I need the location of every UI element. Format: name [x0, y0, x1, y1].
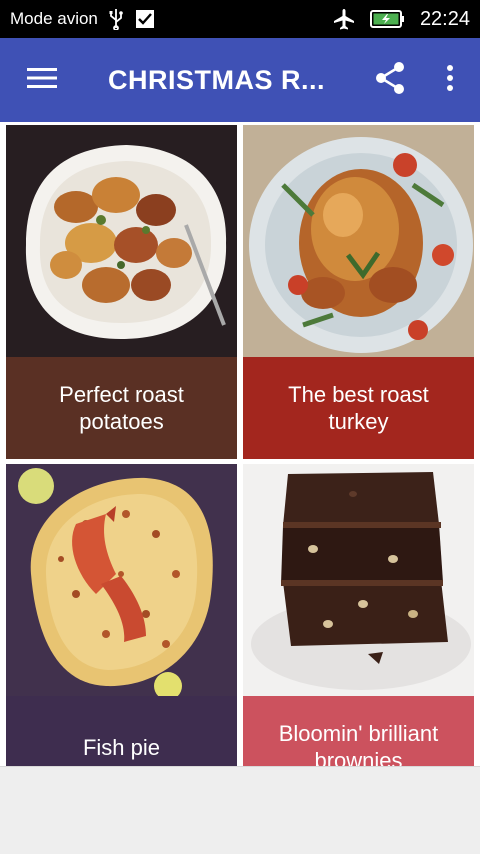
carrier-label: Mode avion [10, 9, 98, 28]
recipe-title: Perfect roast potatoes [6, 357, 237, 459]
more-vert-icon [446, 64, 454, 97]
more-options-button[interactable] [420, 38, 480, 122]
recipe-title: Bloomin' brilliant brownies [243, 696, 474, 766]
recipe-title: Fish pie [6, 696, 237, 766]
menu-button[interactable] [0, 38, 84, 122]
bottom-empty-area [0, 766, 480, 854]
notification-check-icon [134, 8, 156, 30]
recipe-card-fish-pie[interactable]: Fish pie [6, 464, 237, 766]
roast-potatoes-photo [6, 125, 237, 357]
usb-icon [108, 8, 124, 30]
recipe-card-roast-turkey[interactable]: The best roast turkey [243, 125, 474, 459]
status-bar: Mode avion 22:24 [0, 0, 480, 38]
brownies-photo [243, 464, 474, 696]
share-icon [375, 61, 405, 99]
recipe-grid: Perfect roast potatoes The best roast tu… [0, 122, 480, 766]
app-bar: CHRISTMAS R... [0, 38, 480, 122]
page-title: CHRISTMAS R... [108, 64, 326, 95]
recipe-card-roast-potatoes[interactable]: Perfect roast potatoes [6, 125, 237, 459]
battery-charging-icon [369, 9, 406, 29]
menu-icon [27, 67, 57, 94]
roast-turkey-photo [243, 125, 474, 357]
share-button[interactable] [360, 38, 420, 122]
fish-pie-photo [6, 464, 237, 696]
clock: 22:24 [419, 7, 470, 30]
airplane-icon [332, 7, 356, 31]
recipe-card-brownies[interactable]: Bloomin' brilliant brownies [243, 464, 474, 766]
recipe-title: The best roast turkey [243, 357, 474, 459]
